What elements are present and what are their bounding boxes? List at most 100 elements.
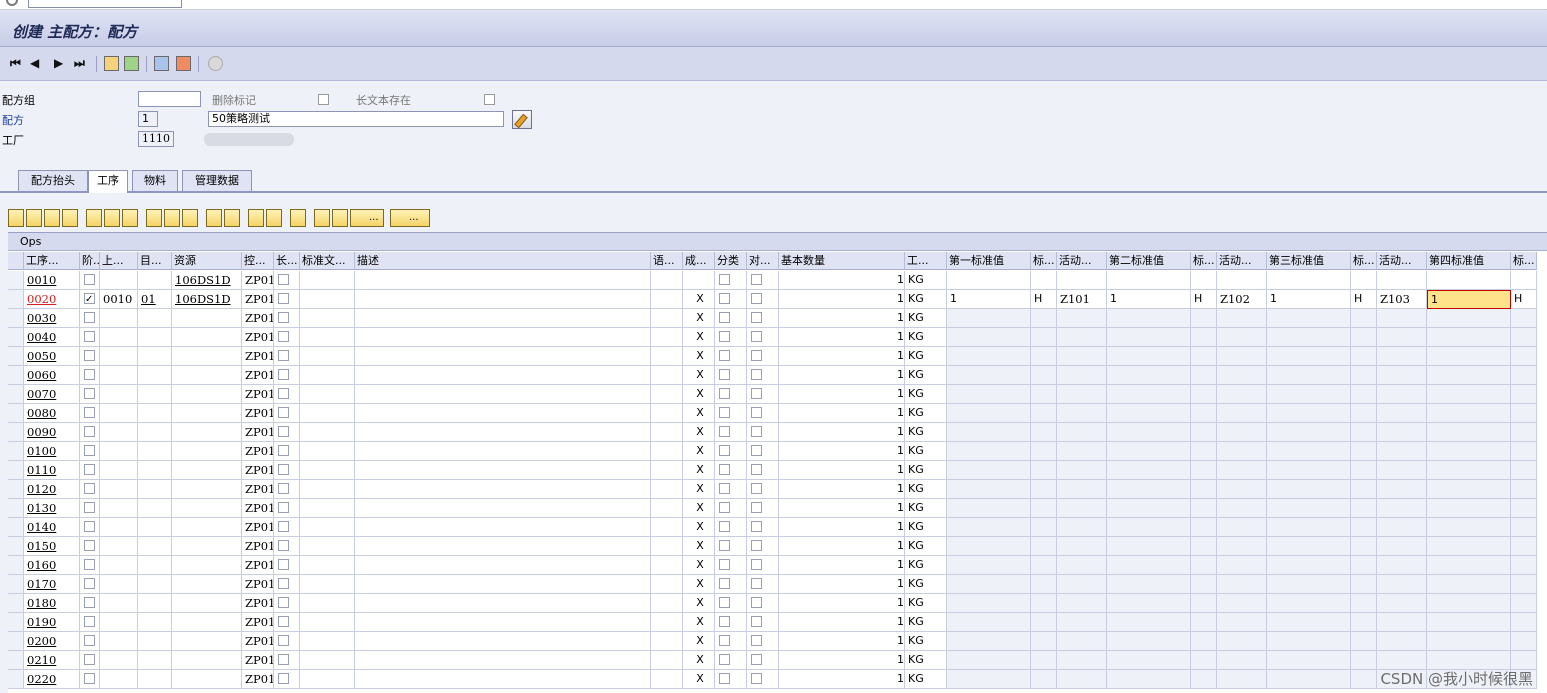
row-checkbox[interactable]: [278, 274, 289, 285]
row-checkbox[interactable]: [719, 540, 730, 551]
row-checkbox[interactable]: [84, 673, 95, 684]
base-quantity-cell[interactable]: 1: [779, 385, 905, 404]
base-quantity-cell[interactable]: 1: [779, 556, 905, 575]
resource-cell[interactable]: [172, 404, 242, 423]
copy-icon[interactable]: [146, 209, 162, 227]
row-selector[interactable]: [8, 632, 24, 651]
table-row[interactable]: 0050 ZP01 X 1 KG: [8, 347, 1547, 366]
resource-cell[interactable]: [172, 518, 242, 537]
operation-number[interactable]: 0170: [24, 575, 80, 594]
row-checkbox[interactable]: [278, 654, 289, 665]
std-text-cell[interactable]: [300, 537, 355, 556]
table-row[interactable]: 0060 ZP01 X 1 KG: [8, 366, 1547, 385]
stop-icon[interactable]: [224, 209, 240, 227]
row-selector[interactable]: [8, 518, 24, 537]
operation-number[interactable]: 0140: [24, 518, 80, 537]
row-checkbox[interactable]: [84, 502, 95, 513]
table-row[interactable]: 0190 ZP01 X 1 KG: [8, 613, 1547, 632]
description-cell[interactable]: [355, 404, 651, 423]
std-value-3-cell[interactable]: [1267, 594, 1351, 613]
operation-number[interactable]: 0050: [24, 347, 80, 366]
check-icon[interactable]: [208, 55, 223, 71]
tab-operations[interactable]: 工序: [88, 170, 128, 193]
column-header[interactable]: 阶...: [80, 252, 100, 270]
column-header[interactable]: 第四标准值: [1427, 252, 1511, 270]
find-next-icon[interactable]: [332, 209, 348, 227]
std-value-3-cell[interactable]: [1267, 442, 1351, 461]
row-checkbox[interactable]: [719, 673, 730, 684]
std-value-3-cell[interactable]: [1267, 575, 1351, 594]
overview-icon[interactable]: [176, 55, 191, 71]
row-checkbox[interactable]: [84, 559, 95, 570]
column-header[interactable]: 对...: [747, 252, 779, 270]
row-checkbox[interactable]: [719, 293, 730, 304]
base-quantity-cell[interactable]: 1: [779, 461, 905, 480]
std-value-2-cell[interactable]: [1107, 480, 1191, 499]
row-checkbox[interactable]: [719, 578, 730, 589]
std-value-4-cell[interactable]: [1427, 404, 1511, 423]
std-value-2-cell[interactable]: [1107, 651, 1191, 670]
operation-number[interactable]: 0200: [24, 632, 80, 651]
row-checkbox[interactable]: [84, 597, 95, 608]
row-checkbox[interactable]: [751, 654, 762, 665]
std-value-3-cell[interactable]: [1267, 480, 1351, 499]
resource-cell[interactable]: [172, 461, 242, 480]
description-cell[interactable]: [355, 461, 651, 480]
details-icon[interactable]: [8, 209, 24, 227]
operation-number[interactable]: 0180: [24, 594, 80, 613]
row-checkbox[interactable]: [278, 597, 289, 608]
row-checkbox[interactable]: [278, 464, 289, 475]
tab-recipe-header[interactable]: 配方抬头: [18, 170, 88, 192]
resource-cell[interactable]: [172, 632, 242, 651]
std-value-3-cell[interactable]: [1267, 271, 1351, 290]
column-header[interactable]: 第一标准值: [947, 252, 1031, 270]
row-selector[interactable]: [8, 309, 24, 328]
std-value-1-cell[interactable]: [947, 385, 1031, 404]
resource-cell[interactable]: [172, 556, 242, 575]
row-checkbox[interactable]: [278, 559, 289, 570]
row-checkbox[interactable]: [84, 616, 95, 627]
edit-pencil-icon[interactable]: [512, 110, 532, 129]
std-text-cell[interactable]: [300, 404, 355, 423]
base-quantity-cell[interactable]: 1: [779, 575, 905, 594]
row-checkbox[interactable]: [84, 426, 95, 437]
row-checkbox[interactable]: [719, 274, 730, 285]
row-checkbox[interactable]: [719, 616, 730, 627]
row-checkbox[interactable]: [278, 331, 289, 342]
table-row[interactable]: 0110 ZP01 X 1 KG: [8, 461, 1547, 480]
std-value-4-cell[interactable]: [1427, 271, 1511, 290]
row-checkbox[interactable]: [84, 388, 95, 399]
select-all-rows-header[interactable]: [8, 252, 24, 270]
ops-icon[interactable]: [154, 55, 169, 71]
column-header[interactable]: 资源: [172, 252, 242, 270]
resource-cell[interactable]: [172, 651, 242, 670]
operation-number[interactable]: 0210: [24, 651, 80, 670]
base-quantity-cell[interactable]: 1: [779, 328, 905, 347]
std-value-2-cell[interactable]: [1107, 366, 1191, 385]
std-value-1-cell[interactable]: [947, 480, 1031, 499]
std-text-cell[interactable]: [300, 575, 355, 594]
tab-materials[interactable]: 物料: [132, 170, 178, 192]
table-row[interactable]: 0130 ZP01 X 1 KG: [8, 499, 1547, 518]
row-checkbox[interactable]: [751, 635, 762, 646]
table-row[interactable]: 0120 ZP01 X 1 KG: [8, 480, 1547, 499]
std-value-1-cell[interactable]: [947, 651, 1031, 670]
row-checkbox[interactable]: [751, 274, 762, 285]
base-quantity-cell[interactable]: 1: [779, 290, 905, 309]
row-selector[interactable]: [8, 366, 24, 385]
std-text-cell[interactable]: [300, 518, 355, 537]
base-quantity-cell[interactable]: 1: [779, 499, 905, 518]
hierarchy-icon[interactable]: [122, 209, 138, 227]
description-cell[interactable]: [355, 556, 651, 575]
table-row[interactable]: 0010 106DS1D ZP01 1 KG: [8, 271, 1547, 290]
operation-number[interactable]: 0090: [24, 423, 80, 442]
std-value-2-cell[interactable]: [1107, 328, 1191, 347]
std-value-2-cell[interactable]: [1107, 347, 1191, 366]
std-value-3-cell[interactable]: [1267, 537, 1351, 556]
std-value-4-cell[interactable]: [1427, 499, 1511, 518]
row-checkbox[interactable]: [84, 312, 95, 323]
description-cell[interactable]: [355, 518, 651, 537]
row-checkbox[interactable]: [278, 388, 289, 399]
description-cell[interactable]: [355, 651, 651, 670]
column-header[interactable]: 活动...: [1377, 252, 1427, 270]
